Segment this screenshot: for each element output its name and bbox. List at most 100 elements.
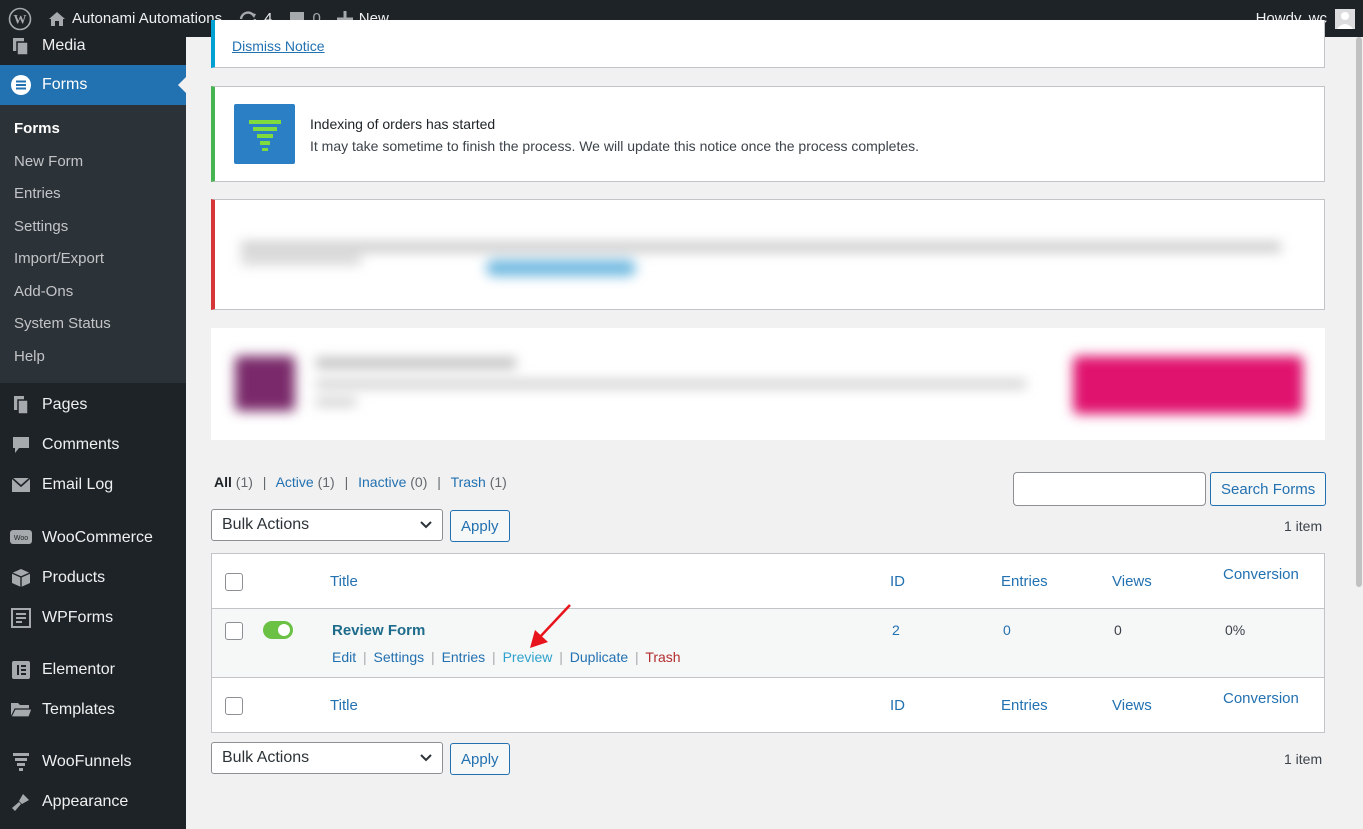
- cell-entries[interactable]: 0: [1003, 622, 1011, 638]
- menu-woocommerce[interactable]: Woo WooCommerce: [0, 518, 186, 558]
- separator: |: [431, 649, 435, 665]
- notice-indexing: Indexing of orders has started It may ta…: [211, 86, 1325, 182]
- menu-woofunnels[interactable]: WooFunnels: [0, 742, 186, 782]
- action-settings[interactable]: Settings: [374, 649, 425, 665]
- blurred-content: [241, 240, 1291, 276]
- filter-active[interactable]: Active: [276, 474, 314, 490]
- admin-sidebar: Media Forms Forms New Form Entries Setti…: [0, 37, 186, 829]
- search-input[interactable]: [1013, 472, 1206, 506]
- column-conversion-footer[interactable]: Conversion: [1223, 690, 1299, 707]
- indexing-title: Indexing of orders has started: [310, 116, 496, 132]
- menu-comments[interactable]: Comments: [0, 425, 186, 465]
- separator: |: [492, 649, 496, 665]
- menu-email-log[interactable]: Email Log: [0, 465, 186, 505]
- bulk-actions-select-top[interactable]: Bulk Actions: [211, 509, 443, 541]
- form-enabled-toggle[interactable]: [263, 621, 293, 639]
- forms-submenu: Forms New Form Entries Settings Import/E…: [0, 105, 186, 383]
- menu-products[interactable]: Products: [0, 558, 186, 598]
- apply-button-bottom[interactable]: Apply: [450, 743, 510, 775]
- chevron-down-icon: [420, 521, 432, 529]
- cell-views: 0: [1114, 622, 1122, 638]
- row-checkbox[interactable]: [225, 622, 243, 640]
- submenu-help[interactable]: Help: [0, 341, 186, 374]
- cell-id[interactable]: 2: [892, 622, 900, 638]
- wp-logo-menu[interactable]: W: [0, 0, 40, 37]
- elementor-icon: [10, 659, 32, 681]
- apply-button-top[interactable]: Apply: [450, 510, 510, 542]
- column-id[interactable]: ID: [890, 573, 905, 590]
- separator: |: [262, 474, 267, 490]
- filter-inactive[interactable]: Inactive: [358, 474, 406, 490]
- view-filters: All (1) | Active (1) | Inactive (0) | Tr…: [214, 474, 507, 490]
- select-all-checkbox-footer[interactable]: [225, 697, 243, 715]
- menu-wpforms-label: WPForms: [42, 609, 114, 626]
- appearance-icon: [10, 791, 32, 813]
- scrollbar-thumb[interactable]: [1356, 37, 1362, 587]
- filter-active-count: (1): [317, 474, 335, 490]
- notice-blurred-promo: [211, 328, 1325, 440]
- submenu-entries[interactable]: Entries: [0, 178, 186, 211]
- column-entries-footer[interactable]: Entries: [1001, 697, 1048, 714]
- column-id-footer[interactable]: ID: [890, 697, 905, 714]
- pages-icon: [10, 394, 32, 416]
- menu-appearance[interactable]: Appearance: [0, 782, 186, 822]
- column-conversion[interactable]: Conversion: [1223, 566, 1299, 583]
- menu-media-label: Media: [42, 37, 86, 54]
- row-actions: Edit | Settings | Entries | Preview | Du…: [332, 649, 681, 665]
- menu-media[interactable]: Media: [0, 37, 186, 57]
- indexing-body: It may take sometime to finish the proce…: [310, 138, 920, 154]
- cell-conversion: 0%: [1225, 622, 1246, 638]
- separator: |: [363, 649, 367, 665]
- form-title-link[interactable]: Review Form: [332, 622, 425, 639]
- chevron-down-icon: [420, 754, 432, 762]
- forms-icon: [10, 74, 32, 96]
- menu-products-label: Products: [42, 569, 106, 586]
- notice-top: Dismiss Notice: [211, 20, 1325, 68]
- action-duplicate[interactable]: Duplicate: [570, 649, 628, 665]
- column-views[interactable]: Views: [1112, 573, 1152, 590]
- menu-pages-label: Pages: [42, 396, 88, 413]
- search-forms-button[interactable]: Search Forms: [1210, 472, 1327, 506]
- email-icon: [10, 474, 32, 496]
- bulk-actions-label: Bulk Actions: [222, 749, 310, 766]
- woofunnels-icon: [10, 751, 32, 773]
- submenu-system-status[interactable]: System Status: [0, 308, 186, 341]
- item-count-bottom: 1 item: [1284, 751, 1323, 767]
- action-entries[interactable]: Entries: [442, 649, 486, 665]
- submenu-add-ons[interactable]: Add-Ons: [0, 276, 186, 309]
- column-title[interactable]: Title: [330, 573, 358, 590]
- page-scrollbar[interactable]: [1355, 37, 1363, 829]
- filter-all[interactable]: All: [214, 474, 232, 490]
- table-header: Title ID Entries Views Conversion: [212, 554, 1324, 609]
- products-icon: [10, 567, 32, 589]
- submenu-settings[interactable]: Settings: [0, 211, 186, 244]
- menu-wpforms[interactable]: WPForms: [0, 598, 186, 638]
- menu-elementor[interactable]: Elementor: [0, 650, 186, 690]
- submenu-new-form[interactable]: New Form: [0, 146, 186, 179]
- media-icon: [10, 37, 32, 57]
- menu-woofunnels-label: WooFunnels: [42, 753, 132, 770]
- action-trash[interactable]: Trash: [645, 649, 680, 665]
- bulk-actions-select-bottom[interactable]: Bulk Actions: [211, 742, 443, 774]
- column-title-footer[interactable]: Title: [330, 697, 358, 714]
- action-edit[interactable]: Edit: [332, 649, 356, 665]
- wordpress-logo-icon: W: [8, 7, 32, 30]
- menu-templates[interactable]: Templates: [0, 690, 186, 730]
- site-name-menu[interactable]: Autonami Automations: [40, 0, 230, 37]
- dismiss-notice-link[interactable]: Dismiss Notice: [232, 38, 325, 54]
- filter-trash[interactable]: Trash: [451, 474, 486, 490]
- funnel-logo-icon: [234, 104, 295, 164]
- separator: |: [344, 474, 349, 490]
- submenu-forms[interactable]: Forms: [0, 113, 186, 146]
- menu-pages[interactable]: Pages: [0, 385, 186, 425]
- site-name: Autonami Automations: [72, 10, 223, 27]
- filter-trash-count: (1): [489, 474, 507, 490]
- menu-appearance-label: Appearance: [42, 793, 129, 810]
- menu-forms[interactable]: Forms: [0, 65, 186, 105]
- search-box: Search Forms: [1013, 472, 1327, 506]
- separator: |: [635, 649, 639, 665]
- select-all-checkbox[interactable]: [225, 573, 243, 591]
- column-entries[interactable]: Entries: [1001, 573, 1048, 590]
- column-views-footer[interactable]: Views: [1112, 697, 1152, 714]
- submenu-import-export[interactable]: Import/Export: [0, 243, 186, 276]
